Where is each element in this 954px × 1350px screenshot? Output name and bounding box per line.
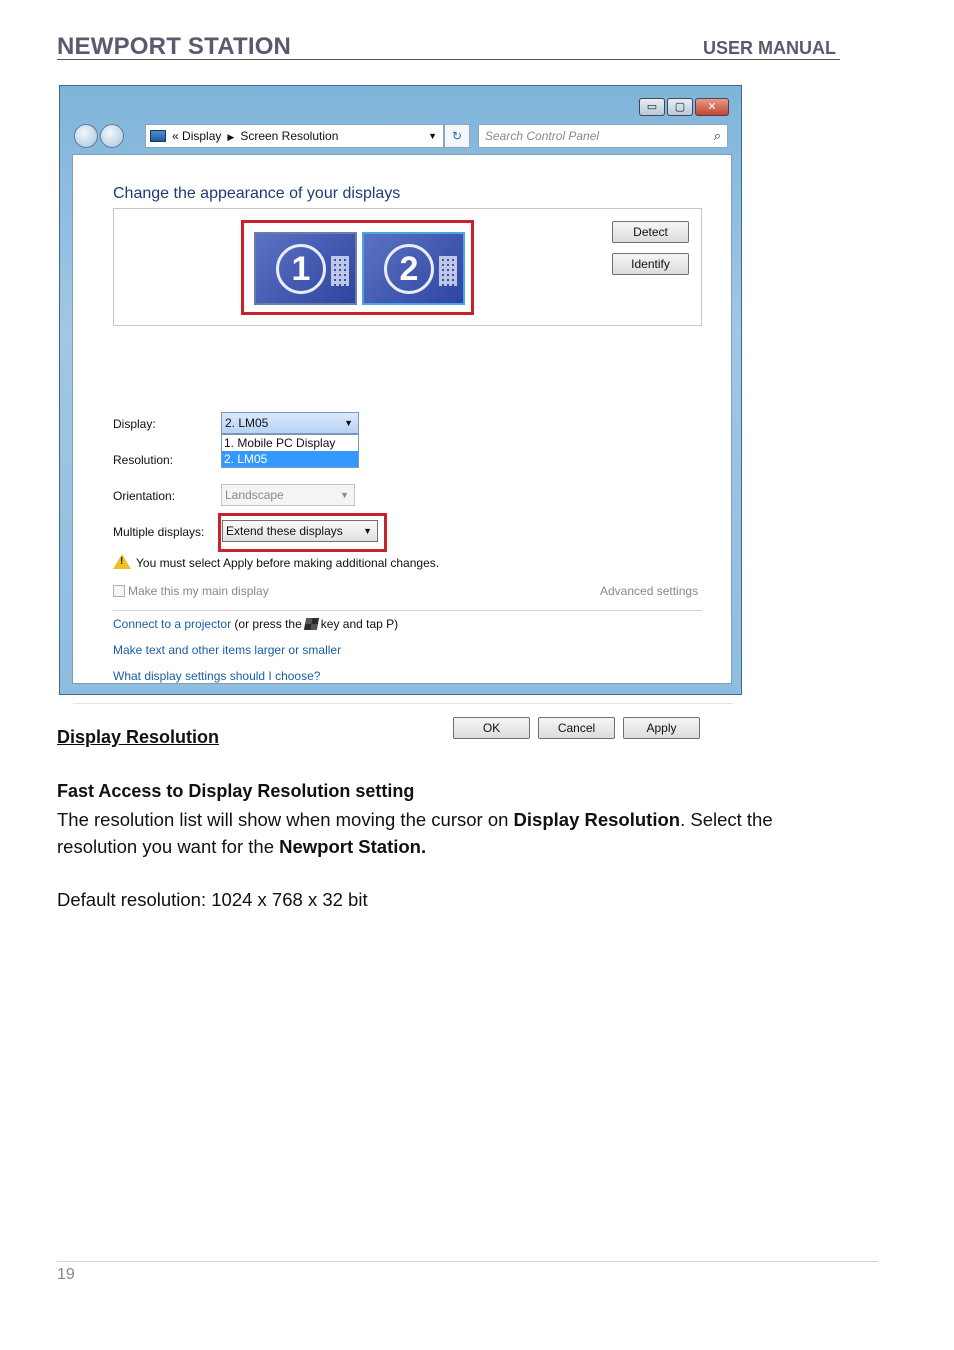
monitor-number: 1 (276, 244, 326, 294)
chevron-down-icon[interactable]: ▼ (428, 125, 437, 147)
screen-resolution-window: ▭ ▢ ✕ « Display ▶ Screen Resolution ▼ ↻ Se… (59, 85, 742, 739)
resolution-label: Resolution: (113, 453, 174, 467)
main-display-label: Make this my main display (128, 584, 269, 598)
display-dropdown-list: 1. Mobile PC Display 2. LM05 (221, 434, 359, 468)
search-input[interactable]: Search Control Panel ⌕ (478, 124, 728, 148)
multiple-displays-label: Multiple displays: (113, 525, 205, 539)
minimize-button[interactable]: ▭ (639, 98, 665, 116)
identify-button[interactable]: Identify (612, 253, 689, 275)
orientation-label: Orientation: (113, 489, 176, 503)
display-option-1[interactable]: 1. Mobile PC Display (222, 435, 358, 451)
para-part-b: Display Resolution (513, 809, 681, 830)
address-prefix: « (172, 129, 179, 143)
ok-button[interactable]: OK (453, 717, 530, 739)
search-icon[interactable]: ⌕ (714, 125, 721, 147)
instruction-paragraph: The resolution list will show when movin… (57, 806, 857, 860)
multiple-displays-value: Extend these displays (226, 524, 343, 538)
display-preview: 1 2 Detect Identify (113, 208, 702, 326)
back-button[interactable] (74, 124, 98, 148)
chevron-down-icon: ▼ (363, 526, 372, 536)
chevron-down-icon: ▼ (340, 490, 349, 500)
orientation-select: Landscape ▼ (221, 484, 355, 506)
footer-rule (57, 1261, 878, 1262)
forward-button[interactable] (100, 124, 124, 148)
breadcrumb-display[interactable]: Display (182, 129, 221, 143)
connect-projector-link[interactable]: Connect to a projector (113, 617, 231, 631)
display-select-value: 2. LM05 (225, 416, 269, 430)
default-resolution: Default resolution: 1024 x 768 x 32 bit (57, 889, 368, 910)
maximize-button[interactable]: ▢ (667, 98, 693, 116)
dialog-content: Change the appearance of your displays 1… (72, 154, 733, 739)
monitor-1[interactable]: 1 (254, 232, 357, 305)
detect-button[interactable]: Detect (612, 221, 689, 243)
display-select[interactable]: 2. LM05 ▼ (221, 412, 359, 434)
display-label: Display: (113, 417, 156, 431)
navigation-bar: « Display ▶ Screen Resolution ▼ ↻ Search C… (72, 122, 732, 150)
cancel-button[interactable]: Cancel (538, 717, 615, 739)
projector-hint-b: key and tap P) (320, 617, 399, 631)
multiple-displays-select[interactable]: Extend these displays ▼ (222, 520, 378, 542)
apply-button[interactable]: Apply (623, 717, 700, 739)
manual-type: USER MANUAL (703, 38, 836, 58)
window-caption-buttons: ▭ ▢ ✕ (637, 98, 729, 116)
page-header: NEWPORT STATION USER MANUAL (57, 33, 840, 60)
footer-divider (73, 703, 733, 704)
monitor-grid-icon (439, 256, 457, 286)
monitor-number: 2 (384, 244, 434, 294)
display-settings-help-link[interactable]: What display settings should I choose? (113, 669, 320, 683)
close-button[interactable]: ✕ (695, 98, 729, 116)
breadcrumb-arrow-icon: ▶ (227, 132, 235, 142)
advanced-settings-link: Advanced settings (600, 584, 699, 598)
breadcrumb-screen-resolution[interactable]: Screen Resolution (240, 129, 338, 143)
manual-title: NEWPORT STATION (57, 33, 292, 60)
projector-link-line: Connect to a projector (or press the key … (113, 617, 398, 631)
dialog-heading: Change the appearance of your displays (113, 185, 401, 202)
monitors-highlight: 1 2 (241, 220, 474, 315)
page-number: 19 (57, 1266, 75, 1283)
display-option-2[interactable]: 2. LM05 (222, 451, 358, 467)
para-part-d: Newport Station. (279, 836, 427, 857)
monitor-grid-icon (331, 256, 349, 286)
search-placeholder: Search Control Panel (485, 129, 600, 143)
apply-warning: ! You must select Apply before making add… (113, 554, 439, 570)
refresh-icon[interactable]: ↻ (444, 124, 470, 148)
projector-hint-a: (or press the (234, 617, 302, 631)
warning-icon: ! (113, 554, 131, 569)
main-display-checkbox: Make this my main display (113, 584, 269, 598)
chevron-down-icon: ▼ (344, 418, 353, 428)
para-part-a: The resolution list will show when movin… (57, 809, 514, 830)
orientation-select-value: Landscape (225, 488, 284, 502)
monitor-2[interactable]: 2 (362, 232, 465, 305)
address-bar[interactable]: « Display ▶ Screen Resolution ▼ (145, 124, 444, 148)
checkbox-box (113, 585, 125, 597)
warning-text: You must select Apply before making addi… (136, 556, 440, 570)
sub-title: Fast Access to Display Resolution settin… (57, 781, 415, 801)
divider (113, 610, 702, 611)
windows-key-icon (303, 618, 319, 630)
text-size-link[interactable]: Make text and other items larger or smal… (113, 643, 341, 657)
control-panel-icon (150, 130, 166, 142)
section-title: Display Resolution (57, 727, 220, 747)
